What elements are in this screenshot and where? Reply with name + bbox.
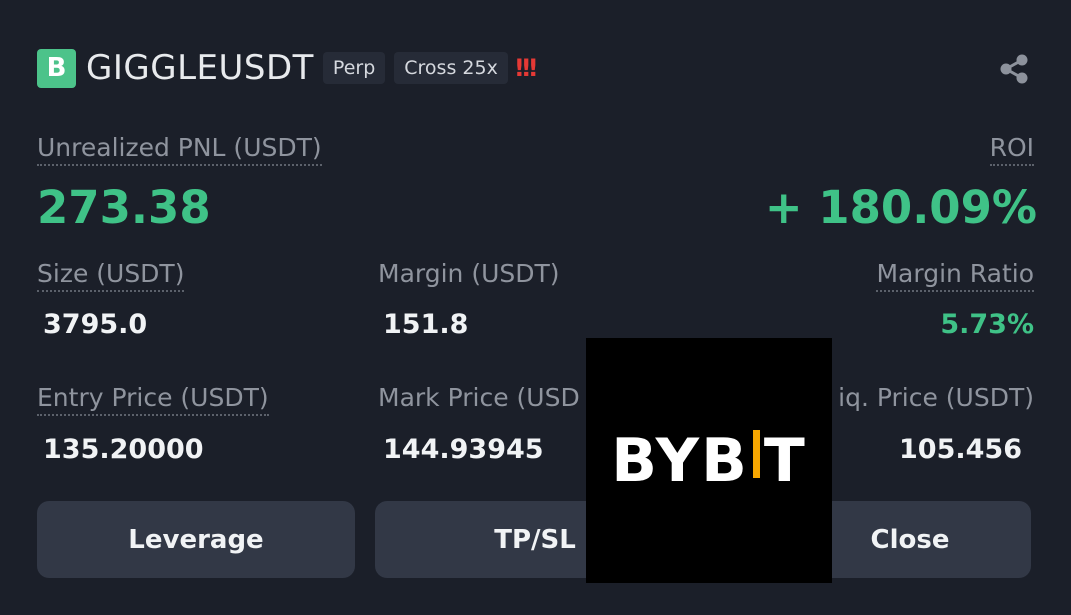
coin-icon: B <box>37 48 76 88</box>
margin-ratio-label[interactable]: Margin Ratio <box>876 259 1034 292</box>
unrealized-pnl-label[interactable]: Unrealized PNL (USDT) <box>37 133 322 166</box>
liq-price-label: iq. Price (USDT) <box>838 383 1034 412</box>
close-button-label: Close <box>870 524 950 555</box>
leverage-button[interactable]: Leverage <box>37 501 355 578</box>
roi-label[interactable]: ROI <box>989 133 1034 166</box>
margin-value: 151.8 <box>383 309 469 340</box>
size-value: 3795.0 <box>43 309 148 340</box>
roi-value: + 180.09% <box>764 181 1037 234</box>
tpsl-button-label: TP/SL <box>494 524 576 555</box>
share-icon[interactable] <box>997 52 1031 86</box>
margin-ratio-value: 5.73% <box>940 309 1034 340</box>
entry-price-value: 135.20000 <box>43 434 204 465</box>
size-label[interactable]: Size (USDT) <box>37 259 185 292</box>
position-header: B GIGGLEUSDT Perp Cross 25x !!! <box>37 48 539 88</box>
leverage-button-label: Leverage <box>128 524 264 555</box>
bybit-logo-watermark: BYB T <box>586 338 832 583</box>
perp-tag: Perp <box>322 52 386 84</box>
mark-price-label: Mark Price (USD <box>378 383 580 412</box>
mark-price-value: 144.93945 <box>383 434 544 465</box>
cross-leverage-tag: Cross 25x <box>394 52 508 84</box>
liq-price-value: 105.456 <box>899 434 1022 465</box>
entry-price-label[interactable]: Entry Price (USDT) <box>37 383 269 416</box>
margin-label: Margin (USDT) <box>378 259 560 288</box>
alert-icon: !!! <box>513 54 539 82</box>
coin-icon-letter: B <box>46 53 67 83</box>
unrealized-pnl-value: 273.38 <box>37 181 211 234</box>
symbol-name: GIGGLEUSDT <box>86 48 314 88</box>
bybit-logo-text-right: T <box>763 425 807 496</box>
bybit-logo-bar <box>752 429 760 478</box>
bybit-logo-text-left: BYB <box>611 425 749 496</box>
bybit-logo: BYB T <box>611 426 807 496</box>
